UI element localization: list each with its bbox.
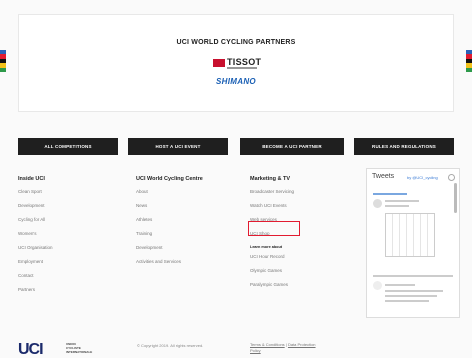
footer-link[interactable]: News [136, 203, 203, 217]
world-cycling-centre-column: UCI World Cycling Centre About News Athl… [136, 176, 203, 273]
tweet-placeholder-line [373, 193, 407, 195]
tissot-logo[interactable]: TISSOT [213, 56, 263, 72]
footer-link[interactable]: Partners [18, 287, 53, 301]
footer-link[interactable]: Contact [18, 273, 53, 287]
partners-panel: UCI WORLD CYCLING PARTNERS TISSOT SHIMAN… [18, 14, 454, 112]
host-uci-event-button[interactable]: HOST A UCI EVENT [128, 138, 228, 155]
uci-logo-subtitle: UNION CYCLISTE INTERNATIONALE [66, 342, 93, 354]
tweet-placeholder-line [385, 284, 415, 286]
data-protection-link[interactable]: Data Protection [288, 342, 316, 347]
footer-link[interactable]: UCI Organisation [18, 245, 53, 259]
column-heading: Marketing & TV [250, 176, 291, 182]
tweet-image[interactable] [385, 213, 435, 257]
tweet-placeholder-line [385, 200, 419, 202]
footer-link[interactable]: Training [136, 231, 203, 245]
shimano-logo[interactable]: SHIMANO [19, 77, 453, 86]
footer-link[interactable]: UCI Hour Record [250, 254, 294, 268]
marketing-tv-column: Marketing & TV Broadcaster Servicing Wat… [250, 176, 294, 296]
footer-link[interactable]: Activities and Services [136, 259, 203, 273]
become-partner-button[interactable]: BECOME A UCI PARTNER [240, 138, 344, 155]
terms-link[interactable]: Terms & Conditions [250, 342, 285, 347]
footer-link[interactable]: Employment [18, 259, 53, 273]
tweets-scrollbar[interactable] [454, 183, 457, 213]
footer-link[interactable]: About [136, 189, 203, 203]
avatar [373, 281, 382, 290]
highlight-box [248, 221, 300, 236]
tweet-placeholder-line [385, 290, 443, 292]
tweet-placeholder-line [385, 295, 437, 297]
footer-link[interactable]: Clean Sport [18, 189, 53, 203]
tweet-divider [373, 275, 453, 277]
inside-uci-column: Inside UCI Clean Sport Development Cycli… [18, 176, 53, 301]
partners-title: UCI WORLD CYCLING PARTNERS [176, 39, 296, 46]
avatar [373, 199, 382, 208]
footer-link[interactable]: Olympic Games [250, 268, 294, 282]
tweets-widget[interactable]: Tweets by @UCI_cycling [366, 168, 460, 318]
info-icon[interactable] [448, 174, 455, 181]
footer-link[interactable]: Broadcaster Servicing [250, 189, 294, 203]
rules-regulations-button[interactable]: RULES AND REGULATIONS [354, 138, 454, 155]
footer-link[interactable]: Development [136, 245, 203, 259]
footer-link[interactable]: Watch UCI Events [250, 203, 294, 217]
uci-logo[interactable]: UCI [18, 342, 44, 358]
footer-link[interactable]: Development [18, 203, 53, 217]
all-competitions-button[interactable]: ALL COMPETITIONS [18, 138, 118, 155]
footer-link[interactable]: Women's [18, 231, 53, 245]
rainbow-stripe-right [466, 50, 472, 72]
column-heading: Inside UCI [18, 176, 45, 182]
tweet-placeholder-line [385, 205, 409, 207]
tweets-title: Tweets [372, 173, 395, 180]
rainbow-stripe-left [0, 50, 6, 72]
policy-link[interactable]: Policy [250, 348, 261, 353]
footer-link[interactable]: Paralympic Games [250, 282, 294, 296]
column-heading: UCI World Cycling Centre [136, 176, 203, 182]
learn-more-heading: Learn more about [250, 245, 283, 249]
tweets-handle[interactable]: by @UCI_cycling [407, 175, 438, 180]
footer-link[interactable]: Cycling for All [18, 217, 53, 231]
legal-links: Terms & Conditions | Data Protection Pol… [250, 342, 316, 353]
copyright-text: © Copyright 2019. All rights reserved. [137, 343, 204, 348]
footer-link[interactable]: Athletes [136, 217, 203, 231]
tweet-placeholder-line [385, 300, 429, 302]
